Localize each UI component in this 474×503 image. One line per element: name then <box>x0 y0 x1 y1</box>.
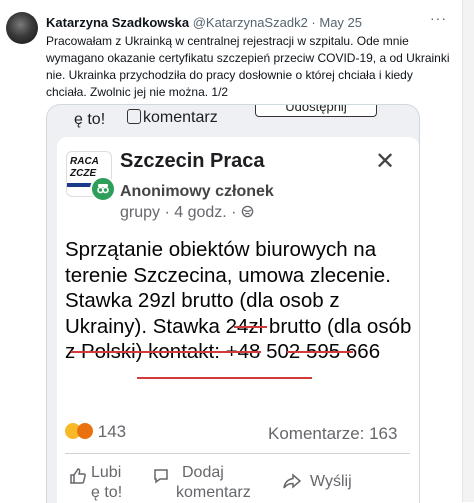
post-body: Sprzątanie obiektów biurowych na terenie… <box>65 238 412 364</box>
author-name[interactable]: Katarzyna Szadkowska <box>46 15 189 30</box>
reaction-count: 143 <box>97 422 127 441</box>
tweet-date[interactable]: May 25 <box>319 15 362 30</box>
post-author-meta: Anonimowy członek grupy · 4 godz. · <box>120 181 320 223</box>
comment-label-2: komentarz <box>176 484 251 501</box>
logo-text-1: RACA <box>70 156 99 167</box>
action-divider <box>65 453 410 454</box>
tweet-media-screenshot[interactable]: Udostępnij ę to! komentarz RACA ZCZE Szc… <box>46 104 420 503</box>
tweet-text: Pracowałam z Ukrainką w centralnej rejes… <box>46 34 450 99</box>
comment-icon <box>127 109 141 124</box>
comments-count[interactable]: Komentarze: 163 <box>268 424 397 444</box>
reactions-summary[interactable]: 143 <box>65 422 126 442</box>
author-handle[interactable]: @KatarzynaSzadk2 <box>193 15 308 30</box>
author-avatar[interactable] <box>6 12 38 44</box>
screenshot-top-fragment: Udostępnij ę to! komentarz <box>47 105 419 137</box>
anonymous-member-label: Anonimowy członek <box>120 183 274 200</box>
prev-comment-label: komentarz <box>143 109 218 126</box>
share-label: Wyślij <box>310 473 352 490</box>
prev-share-button: Udostępnij <box>255 105 377 117</box>
like-label-2: ę to! <box>91 484 123 501</box>
prev-like-label: ę to! <box>74 111 106 128</box>
tweet-header: Katarzyna Szadkowska @KatarzynaSzadk2 · … <box>46 15 362 30</box>
underline-polski <box>137 377 312 379</box>
facebook-post-card: RACA ZCZE Szczecin Praca ✕ Anonimowy czł… <box>57 137 419 503</box>
logo-text-2: ZCZE <box>70 168 97 179</box>
underline-24zl <box>287 351 353 353</box>
angry-reaction-icon <box>77 423 93 439</box>
comment-icon <box>154 469 168 484</box>
more-options-icon[interactable]: ··· <box>430 10 447 26</box>
close-icon: ✕ <box>375 148 396 175</box>
scrollbar[interactable] <box>462 0 474 502</box>
underline-ukrainy <box>71 351 261 353</box>
comment-label-1: Dodaj <box>182 464 224 481</box>
share-arrow-icon <box>283 473 302 489</box>
group-name: Szczecin Praca <box>120 150 265 172</box>
like-label-1: Lubi <box>91 464 122 481</box>
anonymous-member-icon <box>90 176 116 202</box>
group-word: grupy <box>120 204 161 221</box>
thumbs-up-icon <box>70 468 86 484</box>
globe-icon <box>241 205 254 218</box>
underline-29zl <box>234 326 267 328</box>
post-time: · 4 godz. · <box>160 204 241 221</box>
meta-separator: · <box>307 15 320 30</box>
